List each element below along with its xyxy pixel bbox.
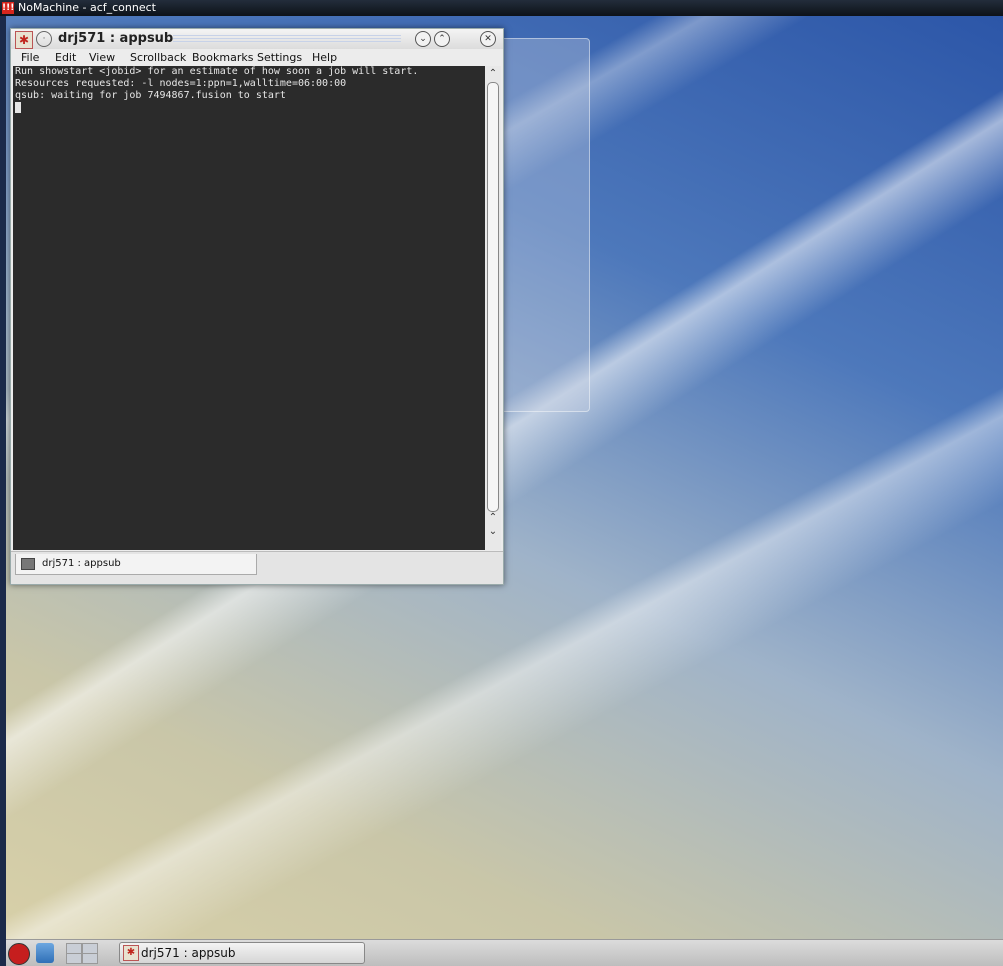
scroll-up-icon[interactable]: ⌃	[487, 512, 499, 524]
konsole-icon[interactable]: ✱	[15, 31, 33, 49]
pager-desktop-4[interactable]	[82, 953, 98, 964]
terminal-line: Run showstart <jobid> for an estimate of…	[15, 66, 419, 77]
close-button[interactable]: ✕	[480, 31, 496, 47]
titlebar-decoration	[173, 35, 401, 43]
terminal-window: ✱ · drj571 : appsub ⌄ ⌃ ✕ File Edit View…	[10, 28, 504, 585]
terminal-icon	[21, 558, 35, 570]
window-title: drj571 : appsub	[58, 31, 174, 46]
window-titlebar[interactable]: ✱ · drj571 : appsub ⌄ ⌃ ✕	[11, 29, 503, 49]
close-icon: ✕	[484, 34, 492, 44]
menu-help[interactable]: Help	[312, 51, 337, 64]
redhat-logo-icon[interactable]	[8, 943, 30, 965]
pin-icon[interactable]: ·	[36, 31, 52, 47]
menu-view[interactable]: View	[89, 51, 115, 64]
vertical-scrollbar[interactable]: ⌃ ⌃ ⌄	[485, 66, 501, 550]
nomachine-logo-icon: !!!	[2, 2, 15, 14]
taskbar: ✱ drj571 : appsub	[6, 939, 1003, 966]
chevron-down-icon: ⌄	[419, 34, 427, 44]
pager-desktop-3[interactable]	[66, 953, 82, 964]
file-manager-icon[interactable]	[36, 943, 54, 963]
menubar: File Edit View Scrollback Bookmarks Sett…	[11, 49, 503, 66]
background-window-panel	[500, 38, 590, 412]
session-tab[interactable]: drj571 : appsub	[15, 554, 257, 575]
terminal-output[interactable]: Run showstart <jobid> for an estimate of…	[13, 66, 487, 550]
session-tabbar: drj571 : appsub	[11, 551, 503, 584]
menu-settings[interactable]: Settings	[257, 51, 302, 64]
terminal-cursor	[15, 102, 21, 113]
terminal-line: qsub: waiting for job 7494867.fusion to …	[15, 90, 286, 101]
terminal-line: Resources requested: -l nodes=1:ppn=1,wa…	[15, 78, 347, 89]
scroll-down-icon[interactable]: ⌄	[487, 526, 499, 538]
konsole-icon: ✱	[123, 945, 139, 961]
taskbar-window-button[interactable]: ✱ drj571 : appsub	[119, 942, 365, 964]
minimize-button[interactable]: ⌄	[415, 31, 431, 47]
session-tab-label: drj571 : appsub	[42, 558, 121, 569]
nomachine-titlebar: !!! NoMachine - acf_connect	[0, 0, 1003, 16]
maximize-button[interactable]: ⌃	[434, 31, 450, 47]
desktop: ✱ · drj571 : appsub ⌄ ⌃ ✕ File Edit View…	[6, 16, 1003, 939]
chevron-up-icon: ⌃	[438, 34, 446, 44]
scroll-up-icon[interactable]: ⌃	[487, 68, 499, 80]
taskbar-window-label: drj571 : appsub	[141, 946, 236, 960]
menu-file[interactable]: File	[21, 51, 39, 64]
scrollbar-thumb[interactable]	[487, 82, 499, 512]
nomachine-title: NoMachine - acf_connect	[18, 1, 156, 14]
menu-bookmarks[interactable]: Bookmarks	[192, 51, 253, 64]
menu-scrollback[interactable]: Scrollback	[130, 51, 186, 64]
menu-edit[interactable]: Edit	[55, 51, 76, 64]
